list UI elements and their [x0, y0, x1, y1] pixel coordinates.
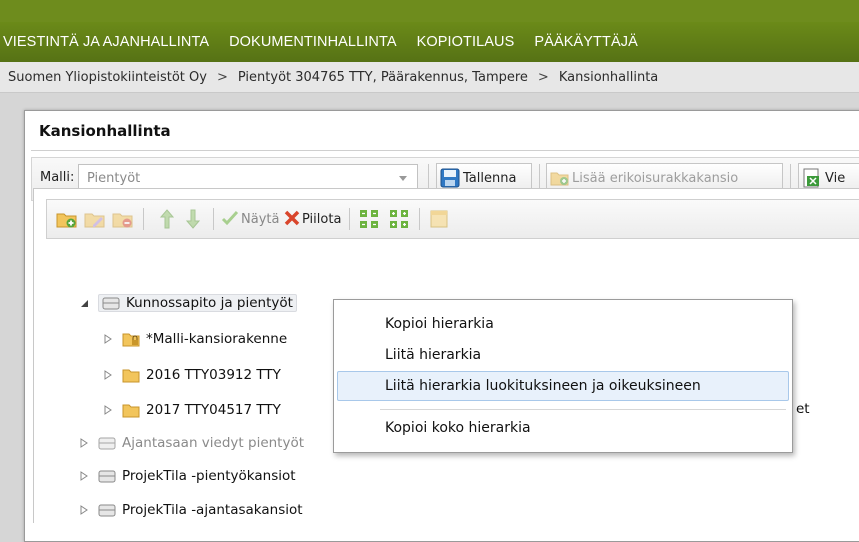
toolbar-separator	[143, 208, 144, 230]
breadcrumb-separator: >	[537, 69, 549, 85]
menu-item-label: Kopioi hierarkia	[385, 316, 494, 332]
tree-item-label: ProjekTila -pientyökansiot	[122, 468, 296, 484]
show-button[interactable]: Näytä	[241, 212, 279, 227]
check-icon	[221, 209, 239, 227]
edit-folder-icon[interactable]	[83, 207, 107, 231]
tree-item-ajantasaan[interactable]: Ajantasaan viedyt pientyöt	[78, 432, 304, 454]
top-nav-bar: VIESTINTÄ JA AJANHALLINTA DOKUMENTINHALL…	[0, 22, 859, 62]
add-special-folder-label: Lisää erikoisurakkakansio	[572, 170, 739, 186]
menu-separator	[380, 409, 786, 410]
context-menu: Kopioi hierarkia Liitä hierarkia Liitä h…	[333, 299, 793, 453]
expand-arrow-icon[interactable]	[78, 504, 90, 516]
tree-item-label: 2016 TTY03912 TTY	[146, 367, 281, 383]
expand-arrow-icon[interactable]	[102, 333, 114, 345]
tree-item-label: *Malli-kansiorakenne	[146, 331, 288, 347]
collapse-all-icon[interactable]	[387, 207, 411, 231]
menu-item-paste-hierarchy-with-permissions[interactable]: Liitä hierarkia luokituksineen ja oikeuk…	[337, 371, 789, 401]
nav-kopiotilaus[interactable]: KOPIOTILAUS	[417, 34, 515, 50]
close-icon	[283, 209, 301, 227]
tree-item-malli[interactable]: *Malli-kansiorakenne	[102, 328, 287, 350]
drawer-icon	[102, 295, 120, 311]
tree-item-projektila-ajantasa[interactable]: ProjekTila -ajantasakansiot	[78, 499, 303, 521]
save-icon	[440, 168, 460, 188]
collapse-arrow-icon[interactable]	[78, 297, 90, 309]
menu-item-copy-hierarchy[interactable]: Kopioi hierarkia	[337, 309, 789, 339]
nav-dokumentinhallinta[interactable]: DOKUMENTINHALLINTA	[229, 34, 397, 50]
menu-item-label: Liitä hierarkia luokituksineen ja oikeuk…	[385, 378, 701, 394]
folder-add-icon	[550, 169, 570, 187]
breadcrumb-item-project[interactable]: Pientyöt 304765 TTY, Päärakennus, Tamper…	[236, 70, 530, 85]
tree-item-label: Kunnossapito ja pientyöt	[126, 295, 293, 311]
truncated-text: et	[796, 401, 810, 417]
save-label: Tallenna	[463, 170, 517, 186]
add-folder-icon[interactable]	[55, 207, 79, 231]
export-icon	[802, 168, 822, 188]
arrow-up-icon[interactable]	[155, 207, 179, 231]
menu-item-paste-hierarchy[interactable]: Liitä hierarkia	[337, 340, 789, 370]
tree-toolbar: Näytä Piilota	[46, 199, 859, 239]
expand-arrow-icon[interactable]	[102, 404, 114, 416]
tree-item-2016[interactable]: 2016 TTY03912 TTY	[102, 364, 281, 386]
malli-selected-value: Pientyöt	[87, 171, 141, 186]
toolbar-separator	[349, 208, 350, 230]
menu-item-copy-full-hierarchy[interactable]: Kopioi koko hierarkia	[337, 413, 789, 443]
expand-arrow-icon[interactable]	[78, 470, 90, 482]
top-navigation: VIESTINTÄ JA AJANHALLINTA DOKUMENTINHALL…	[0, 0, 859, 62]
properties-icon[interactable]	[427, 207, 451, 231]
menu-item-label: Liitä hierarkia	[385, 347, 482, 363]
drawer-icon	[98, 502, 116, 518]
toolbar-separator	[213, 208, 214, 230]
nav-paakayttaja[interactable]: PÄÄKÄYTTÄJÄ	[534, 34, 637, 50]
tree-item-selected[interactable]: Kunnossapito ja pientyöt	[98, 294, 297, 312]
tree-item-label: Ajantasaan viedyt pientyöt	[122, 435, 305, 451]
tree-item-projektila-pientyo[interactable]: ProjekTila -pientyökansiot	[78, 465, 296, 487]
arrow-down-icon[interactable]	[181, 207, 205, 231]
expand-arrow-icon[interactable]	[102, 369, 114, 381]
hide-button[interactable]: Piilota	[302, 212, 341, 227]
divider	[31, 150, 859, 151]
breadcrumb-separator: >	[216, 69, 228, 85]
breadcrumb: Suomen Yliopistokiinteistöt Oy > Pientyö…	[0, 62, 859, 93]
export-label: Vie	[825, 170, 846, 186]
folder-icon	[122, 402, 140, 418]
tree-item-2017[interactable]: 2017 TTY04517 TTY	[102, 399, 281, 421]
tree-item-kunnossapito[interactable]: Kunnossapito ja pientyöt	[78, 292, 297, 314]
drawer-icon	[98, 435, 116, 451]
locked-folder-icon	[122, 331, 140, 347]
breadcrumb-item-company[interactable]: Suomen Yliopistokiinteistöt Oy	[0, 70, 209, 85]
tree-item-label: 2017 TTY04517 TTY	[146, 402, 281, 418]
folder-icon	[122, 367, 140, 383]
menu-item-label: Kopioi koko hierarkia	[385, 420, 531, 436]
malli-label: Malli:	[40, 170, 75, 185]
expand-all-icon[interactable]	[357, 207, 381, 231]
page-title: Kansionhallinta	[39, 122, 171, 140]
delete-folder-icon[interactable]	[111, 207, 135, 231]
tree-item-label: ProjekTila -ajantasakansiot	[122, 502, 303, 518]
chevron-down-icon	[399, 176, 407, 181]
drawer-icon	[98, 468, 116, 484]
nav-viestinta[interactable]: VIESTINTÄ JA AJANHALLINTA	[3, 34, 209, 50]
expand-arrow-icon[interactable]	[78, 437, 90, 449]
toolbar-separator	[419, 208, 420, 230]
breadcrumb-item-current[interactable]: Kansionhallinta	[557, 70, 660, 85]
